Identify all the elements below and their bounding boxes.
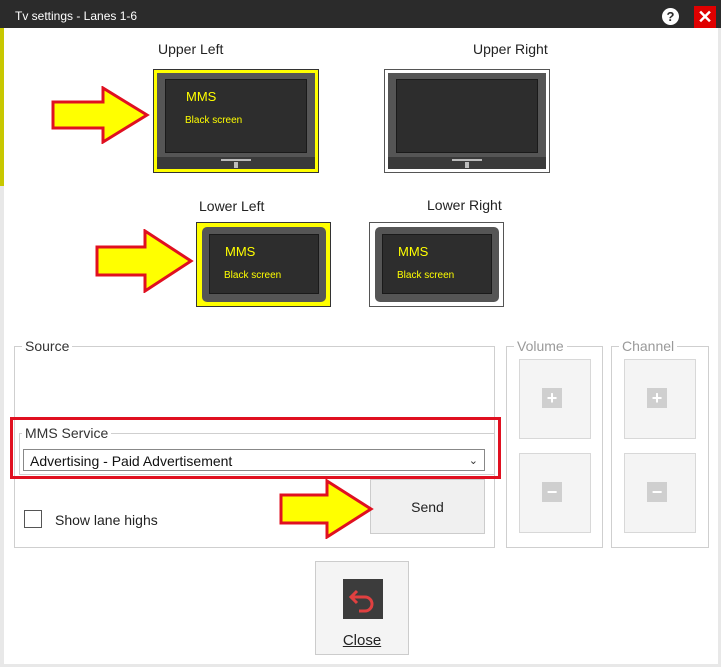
show-lane-highs-checkbox[interactable] [24, 510, 42, 528]
channel-title: Channel [619, 338, 678, 354]
tv-line1: MMS [225, 244, 256, 259]
tv-screen: MMS Black screen [165, 79, 307, 153]
tv-line2: Black screen [185, 115, 243, 126]
undo-icon [343, 579, 383, 619]
tv-upper-right[interactable] [384, 69, 550, 173]
tv-label-upper-right: Upper Right [473, 41, 548, 57]
channel-down-button[interactable]: − [624, 453, 696, 533]
tv-label-lower-left: Lower Left [199, 198, 265, 214]
tv-body: MMS Black screen [202, 227, 326, 302]
tv-bezel [388, 157, 546, 169]
tv-lower-left[interactable]: MMS Black screen [196, 222, 331, 307]
show-lane-highs-label: Show lane highs [55, 512, 158, 528]
volume-title: Volume [514, 338, 567, 354]
close-button[interactable]: Close [315, 561, 409, 655]
annotation-highlight-box [10, 417, 501, 479]
tv-upper-left[interactable]: MMS Black screen [153, 69, 319, 173]
tv-body: MMS Black screen [375, 227, 499, 302]
tv-logo [452, 159, 482, 161]
plus-icon: + [647, 388, 667, 408]
help-icon[interactable]: ? [662, 8, 679, 25]
tv-logo [221, 159, 251, 161]
tv-screen: MMS Black screen [382, 234, 492, 294]
window-title: Tv settings - Lanes 1-6 [15, 9, 138, 23]
tv-lower-right[interactable]: MMS Black screen [369, 222, 504, 307]
close-window-icon[interactable]: ✕ [694, 6, 716, 28]
tv-screen: MMS Black screen [209, 234, 319, 294]
volume-up-button[interactable]: + [519, 359, 591, 439]
tv-bezel [157, 157, 315, 169]
tv-line2: Black screen [224, 270, 282, 281]
plus-icon: + [542, 388, 562, 408]
minus-icon: − [647, 482, 667, 502]
tv-stand [465, 162, 469, 168]
minus-icon: − [542, 482, 562, 502]
background-top-bar: Tv settings - Lanes 1-6 ? ✕ [0, 0, 721, 28]
tv-body [388, 73, 546, 169]
send-button[interactable]: Send [370, 479, 485, 534]
tv-stand [234, 162, 238, 168]
tv-line2: Black screen [397, 270, 455, 281]
annotation-arrow-icon [51, 86, 150, 144]
tv-line1: MMS [398, 244, 429, 259]
tv-line1: MMS [186, 89, 217, 104]
tv-label-lower-right: Lower Right [427, 197, 502, 213]
volume-down-button[interactable]: − [519, 453, 591, 533]
annotation-arrow-icon [95, 229, 194, 293]
tv-body: MMS Black screen [157, 73, 315, 169]
channel-up-button[interactable]: + [624, 359, 696, 439]
tv-screen [396, 79, 538, 153]
annotation-arrow-icon [279, 479, 374, 539]
tv-label-upper-left: Upper Left [158, 41, 224, 57]
close-label: Close [342, 632, 382, 649]
source-group-title: Source [22, 338, 73, 354]
